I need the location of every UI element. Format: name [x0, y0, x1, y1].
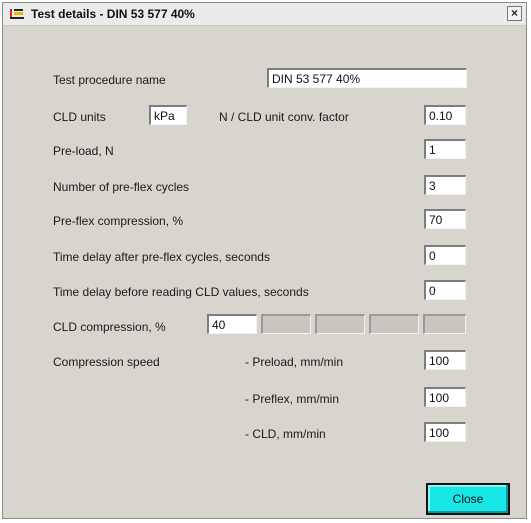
conv-factor-label: N / CLD unit conv. factor — [219, 110, 349, 124]
speed-preflex-input[interactable]: 100 — [424, 387, 466, 407]
test-details-window: Test details - DIN 53 577 40% × Test pro… — [2, 2, 527, 519]
preload-input[interactable]: 1 — [424, 139, 466, 159]
window-title: Test details - DIN 53 577 40% — [31, 7, 195, 21]
speed-cld-input[interactable]: 100 — [424, 422, 466, 442]
compression-speed-label: Compression speed — [53, 355, 160, 369]
preflex-compression-input[interactable]: 70 — [424, 209, 466, 229]
preflex-compression-label: Pre-flex compression, % — [53, 214, 184, 228]
delay-after-input[interactable]: 0 — [424, 245, 466, 265]
close-icon[interactable]: × — [507, 6, 522, 21]
cld-units-label: CLD units — [53, 110, 106, 124]
preflex-cycles-input[interactable]: 3 — [424, 175, 466, 195]
speed-preload-label: - Preload, mm/min — [245, 355, 344, 369]
preflex-cycles-label: Number of pre-flex cycles — [53, 180, 190, 194]
procedure-name-input[interactable]: DIN 53 577 40% — [267, 68, 467, 88]
cld-compression-input-1[interactable]: 40 — [207, 314, 257, 334]
cld-compression-label: CLD compression, % — [53, 320, 166, 334]
conv-factor-input[interactable]: 0.10 — [424, 105, 466, 125]
close-button[interactable]: Close — [426, 483, 510, 515]
speed-cld-label: - CLD, mm/min — [245, 427, 326, 441]
cld-compression-input-3[interactable] — [315, 314, 365, 334]
cld-units-input[interactable]: kPa — [149, 105, 187, 125]
preload-label: Pre-load, N — [53, 144, 114, 158]
delay-before-label: Time delay before reading CLD values, se… — [53, 285, 309, 299]
cld-compression-input-5[interactable] — [423, 314, 466, 334]
cld-compression-input-2[interactable] — [261, 314, 311, 334]
speed-preload-input[interactable]: 100 — [424, 350, 466, 370]
app-icon — [9, 7, 25, 21]
delay-before-input[interactable]: 0 — [424, 280, 466, 300]
delay-after-label: Time delay after pre-flex cycles, second… — [53, 250, 270, 264]
title-bar: Test details - DIN 53 577 40% × — [3, 3, 526, 26]
cld-compression-input-4[interactable] — [369, 314, 419, 334]
speed-preflex-label: - Preflex, mm/min — [245, 392, 340, 406]
procedure-name-label: Test procedure name — [53, 73, 166, 87]
